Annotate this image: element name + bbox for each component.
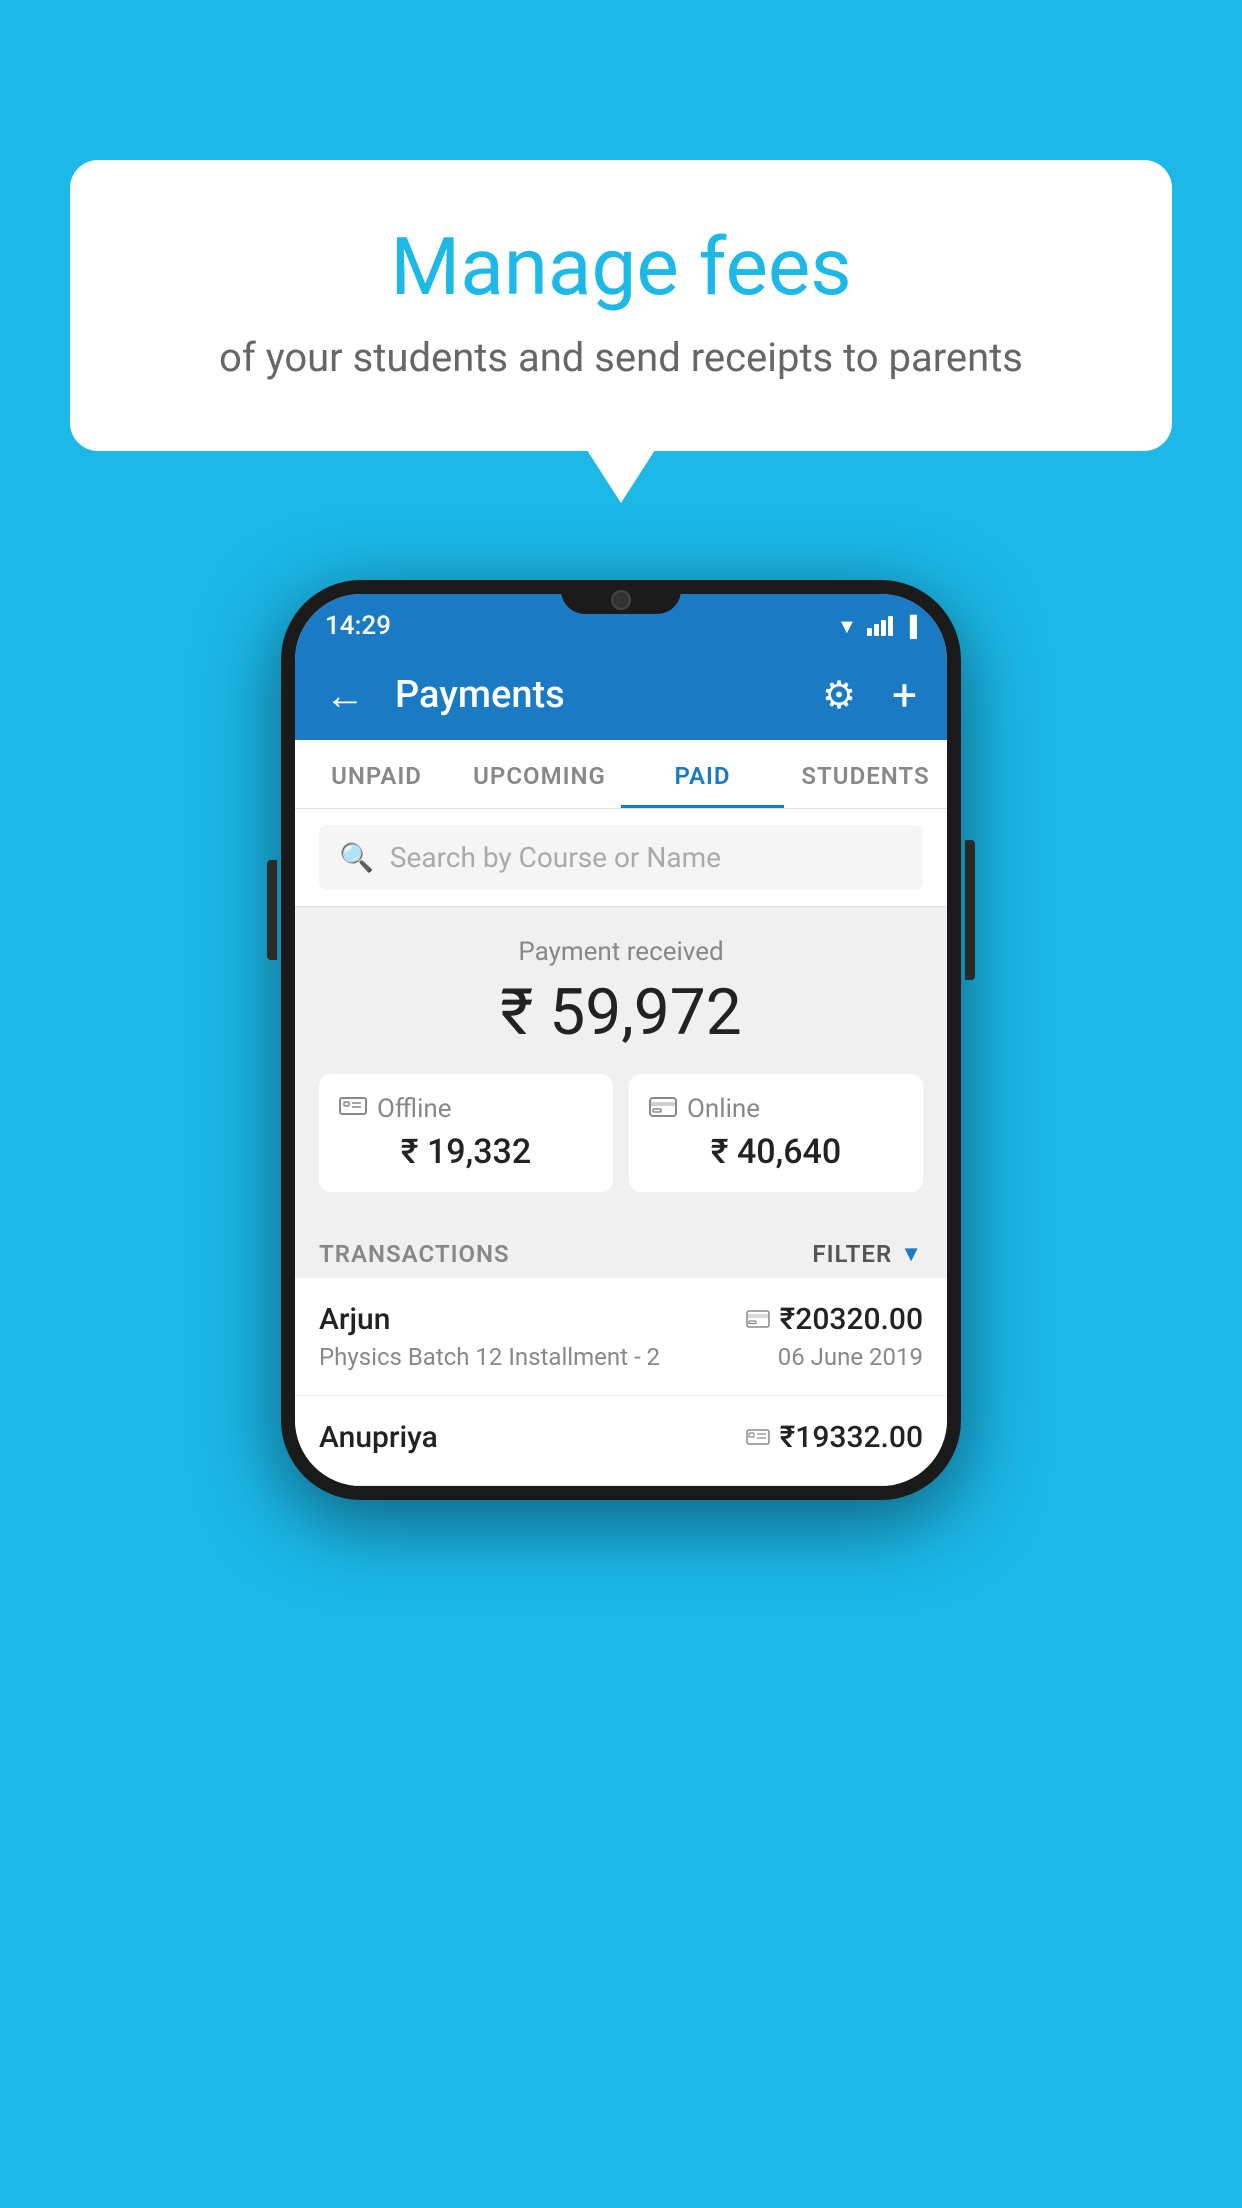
background: Manage fees of your students and send re… <box>0 0 1242 2208</box>
payment-summary: Payment received ₹ 59,972 <box>295 907 947 1220</box>
phone-mockup: 14:29 ▼ ▐ ← Payments <box>281 580 961 1500</box>
transactions-label: TRANSACTIONS <box>319 1240 510 1268</box>
filter-label: FILTER <box>812 1240 892 1268</box>
transaction-amount: ₹19332.00 <box>780 1420 923 1455</box>
tab-paid[interactable]: PAID <box>621 740 784 808</box>
battery-icon: ▐ <box>903 614 917 639</box>
phone-notch <box>561 580 681 614</box>
speech-bubble-container: Manage fees of your students and send re… <box>70 160 1172 451</box>
signal-bar-3 <box>881 620 886 636</box>
settings-button[interactable]: ⚙ <box>822 673 856 718</box>
search-icon: 🔍 <box>339 841 374 874</box>
bubble-subtitle: of your students and send receipts to pa… <box>150 334 1092 381</box>
back-button[interactable]: ← <box>325 672 365 719</box>
status-icons: ▼ ▐ <box>837 614 917 639</box>
payment-received-label: Payment received <box>319 937 923 967</box>
offline-label: Offline <box>377 1094 452 1124</box>
transactions-header: TRANSACTIONS FILTER ▼ <box>295 1220 947 1278</box>
payment-total-amount: ₹ 59,972 <box>319 975 923 1050</box>
online-icon <box>649 1094 677 1124</box>
offline-payment-icon <box>746 1424 770 1452</box>
speech-bubble: Manage fees of your students and send re… <box>70 160 1172 451</box>
tab-students[interactable]: STUDENTS <box>784 740 947 808</box>
offline-card-header: Offline <box>339 1094 593 1124</box>
signal-bar-2 <box>874 624 879 636</box>
online-label: Online <box>687 1094 760 1124</box>
transaction-item: Anupriya ₹193 <box>295 1396 947 1486</box>
header-title: Payments <box>395 673 802 717</box>
app-header: ← Payments ⚙ + <box>295 650 947 740</box>
online-card-header: Online <box>649 1094 903 1124</box>
search-bar[interactable]: 🔍 Search by Course or Name <box>319 825 923 890</box>
transaction-amount: ₹20320.00 <box>780 1302 923 1337</box>
status-time: 14:29 <box>325 611 391 641</box>
transaction-detail-row: Physics Batch 12 Installment - 2 06 June… <box>319 1343 923 1371</box>
online-payment-icon <box>746 1306 770 1334</box>
offline-amount: ₹ 19,332 <box>339 1132 593 1172</box>
transaction-row: Arjun ₹20320.00 <box>319 1302 923 1337</box>
online-amount: ₹ 40,640 <box>649 1132 903 1172</box>
tab-unpaid[interactable]: UNPAID <box>295 740 458 808</box>
transaction-course: Physics Batch 12 Installment - 2 <box>319 1343 660 1371</box>
wifi-icon: ▼ <box>837 614 857 639</box>
tabs-container: UNPAID UPCOMING PAID STUDENTS <box>295 740 947 809</box>
transaction-list: Arjun ₹20320.00 <box>295 1278 947 1486</box>
transaction-name: Anupriya <box>319 1420 438 1455</box>
filter-button[interactable]: FILTER ▼ <box>812 1240 923 1268</box>
bubble-title: Manage fees <box>150 220 1092 314</box>
filter-icon: ▼ <box>900 1241 923 1267</box>
add-button[interactable]: + <box>892 669 917 721</box>
phone-screen: 14:29 ▼ ▐ ← Payments <box>295 594 947 1486</box>
signal-bar-4 <box>888 616 893 636</box>
tab-upcoming[interactable]: UPCOMING <box>458 740 621 808</box>
search-input[interactable]: Search by Course or Name <box>390 841 721 874</box>
transaction-amount-container: ₹19332.00 <box>746 1420 923 1455</box>
offline-icon <box>339 1094 367 1124</box>
transaction-name: Arjun <box>319 1302 390 1337</box>
payment-cards: Offline ₹ 19,332 <box>319 1074 923 1192</box>
phone-camera <box>611 590 631 610</box>
online-payment-card: Online ₹ 40,640 <box>629 1074 923 1192</box>
signal-bars <box>867 616 893 636</box>
offline-payment-card: Offline ₹ 19,332 <box>319 1074 613 1192</box>
phone-outer: 14:29 ▼ ▐ ← Payments <box>281 580 961 1500</box>
transaction-date: 06 June 2019 <box>778 1343 923 1371</box>
transaction-amount-container: ₹20320.00 <box>746 1302 923 1337</box>
signal-bar-1 <box>867 628 872 636</box>
transaction-row: Anupriya ₹193 <box>319 1420 923 1455</box>
transaction-item: Arjun ₹20320.00 <box>295 1278 947 1396</box>
search-container: 🔍 Search by Course or Name <box>295 809 947 907</box>
